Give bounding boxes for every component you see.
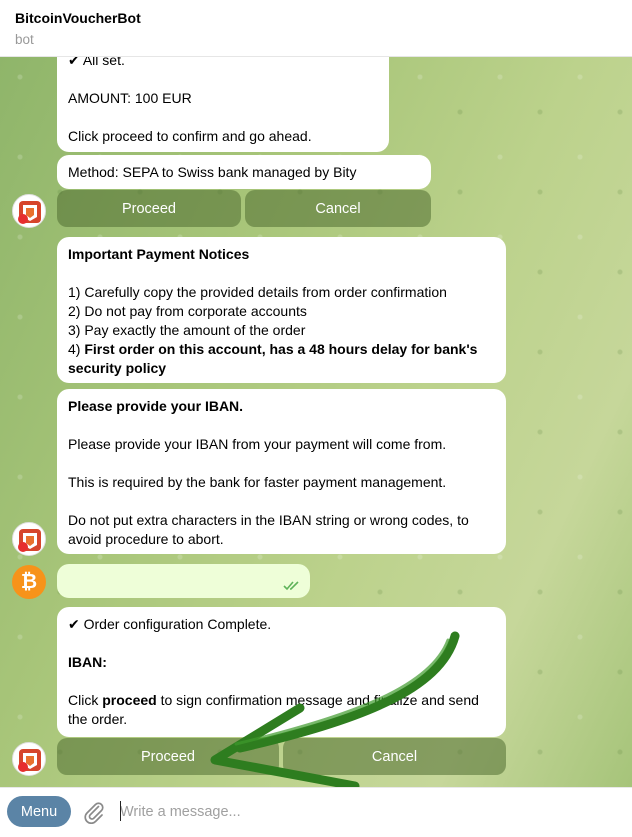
message-line: 4) First order on this account, has a 48… [68,341,478,376]
message-line: 3) Pay exactly the amount of the order [68,322,306,338]
message-area[interactable]: ✔ All set. AMOUNT: 100 EUR Click proceed… [0,57,632,787]
proceed-button[interactable]: Proceed [57,190,241,227]
chat-title[interactable]: BitcoinVoucherBot [15,9,617,27]
chat-subtitle: bot [15,32,34,47]
menu-button[interactable]: Menu [7,796,71,827]
user-avatar[interactable]: ₿ [12,565,46,599]
message-line: Method: SEPA to Swiss bank managed by Bi… [68,164,357,180]
bot-avatar[interactable] [12,194,46,228]
message-line: Click proceed to sign confirmation messa… [68,692,479,727]
message-line: Do not put extra characters in the IBAN … [68,512,469,547]
message-title: Please provide your IBAN. [68,398,244,414]
message-composer: Menu [0,787,632,837]
checkmark-icon: ✔ [68,616,80,632]
message-payment-notices: Important Payment Notices 1) Carefully c… [57,237,506,383]
message-line: Click proceed to confirm and go ahead. [68,128,312,144]
message-provide-iban: Please provide your IBAN. Please provide… [57,389,506,554]
message-line: AMOUNT: 100 EUR [68,90,192,106]
cancel-button[interactable]: Cancel [245,190,431,227]
chat-header: BitcoinVoucherBot bot [0,0,632,57]
message-title: Important Payment Notices [68,246,250,262]
bitcoin-icon: ₿ [20,570,38,593]
double-check-icon [283,581,299,591]
outgoing-message [57,564,310,598]
cancel-button[interactable]: Cancel [283,738,506,775]
proceed-button[interactable]: Proceed [57,738,279,775]
attach-icon[interactable] [82,800,106,824]
iban-label: IBAN: [68,654,107,670]
bot-avatar[interactable] [12,522,46,556]
message-title: ✔ Order configuration Complete. [68,616,272,632]
message-line: 2) Do not pay from corporate accounts [68,303,307,319]
message-method: Method: SEPA to Swiss bank managed by Bi… [57,155,431,189]
message-order-complete: ✔ Order configuration Complete. IBAN: Cl… [57,607,506,737]
text-caret [120,801,121,821]
message-input[interactable] [120,800,615,824]
message-line: 1) Carefully copy the provided details f… [68,284,447,300]
message-line: This is required by the bank for faster … [68,474,447,490]
message-line: Please provide your IBAN from your payme… [68,436,447,452]
message-all-set: ✔ All set. AMOUNT: 100 EUR Click proceed… [57,57,389,152]
message-line: ✔ All set. [68,57,125,68]
bot-avatar[interactable] [12,742,46,776]
